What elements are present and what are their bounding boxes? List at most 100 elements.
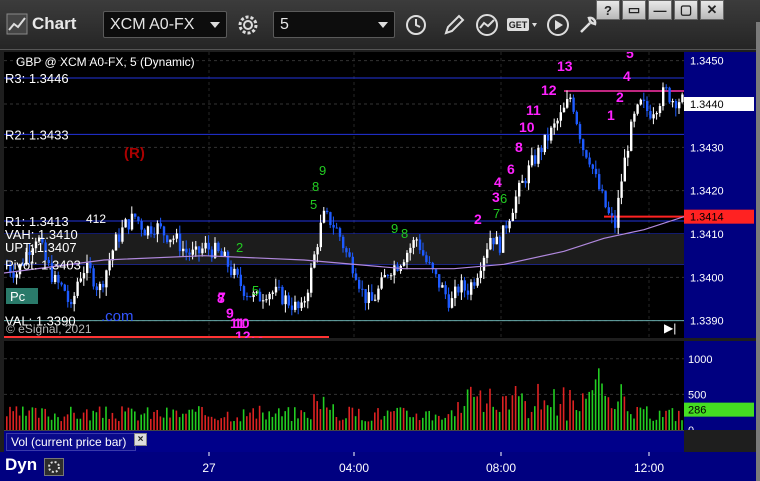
pencil-icon <box>443 14 464 35</box>
volume-bar <box>166 407 168 430</box>
candle-down <box>428 262 431 264</box>
minimize-button[interactable]: — <box>648 0 672 20</box>
volume-panel[interactable] <box>4 341 684 430</box>
volume-bar <box>25 415 27 430</box>
level-label: R3: 1.3446 <box>5 71 69 86</box>
volume-bar <box>12 411 14 430</box>
restore-layout-button[interactable]: ▭ <box>622 0 646 20</box>
candle-down <box>498 236 502 253</box>
volume-bar <box>98 406 101 430</box>
volume-bar <box>217 420 219 430</box>
app-title-label: Chart <box>32 14 77 33</box>
candle-down <box>348 252 351 257</box>
volume-bar <box>246 416 248 430</box>
dynamic-mode-label[interactable]: Dyn <box>5 455 37 475</box>
volume-bar <box>508 409 510 430</box>
chevron-down-icon[interactable] <box>210 22 220 28</box>
chevron-down-icon[interactable] <box>378 22 388 28</box>
time-tick-label: 08:00 <box>486 461 516 475</box>
candle-up <box>223 251 226 257</box>
count-label-magenta: 2 <box>474 211 482 227</box>
volume-bar <box>409 417 411 430</box>
candle-up <box>502 225 505 253</box>
candle-down <box>463 280 466 291</box>
candle-down <box>66 290 70 302</box>
volume-bar <box>214 418 216 430</box>
candle-down <box>134 213 137 217</box>
maximize-button[interactable]: ▢ <box>674 0 698 20</box>
time-axis: 27 04:00 08:00 12:00 <box>0 452 760 481</box>
candle-up <box>130 213 134 230</box>
volume-bar <box>18 415 21 430</box>
watermark: .com <box>101 308 134 325</box>
candle-down <box>457 286 460 293</box>
candle-up <box>562 107 566 113</box>
volume-bar <box>329 409 331 430</box>
help-button[interactable]: ? <box>596 0 620 20</box>
get-icon-label: GET <box>509 20 528 30</box>
candle-up <box>79 278 82 282</box>
candle-down <box>505 225 508 229</box>
candle-down <box>546 134 550 141</box>
volume-close-icon[interactable]: × <box>134 433 147 446</box>
volume-bar <box>390 411 392 430</box>
volume-bar <box>441 419 443 430</box>
price-chart[interactable]: GBP @ XCM A0-FX, 5 (Dynamic) R3: 1.3446 R2… <box>4 52 684 338</box>
price-panel[interactable]: GBP @ XCM A0-FX, 5 (Dynamic) R3: 1.3446 R2… <box>4 52 684 338</box>
volume-bar <box>498 411 501 430</box>
volume-bar <box>153 411 155 430</box>
volume-bar <box>124 411 126 430</box>
volume-bar <box>140 414 142 430</box>
volume-bar <box>383 416 386 430</box>
volume-bar <box>354 416 357 430</box>
volume-bar <box>63 416 66 430</box>
count-label-magenta: 13 <box>249 334 265 338</box>
chart-header: GBP @ XCM A0-FX, 5 (Dynamic) <box>16 55 195 69</box>
candle-down <box>335 227 338 229</box>
volume-bar <box>578 411 581 430</box>
volume-last-label: 286 <box>688 405 706 417</box>
candle-down <box>188 252 191 255</box>
candle-down <box>351 256 354 274</box>
candle-down <box>207 242 210 250</box>
volume-bar <box>185 413 187 430</box>
volume-bar <box>358 408 360 430</box>
volume-bar <box>252 408 254 430</box>
play-button[interactable] <box>544 11 571 38</box>
get-data-button[interactable]: GET <box>506 11 538 38</box>
price-axis[interactable]: 1.3450 1.3440 1.3430 1.3420 1.3410 1.3400 1.33… <box>684 52 756 338</box>
draw-tool-button[interactable] <box>440 11 467 38</box>
candle-up <box>617 197 620 228</box>
close-button[interactable]: ✕ <box>700 0 724 20</box>
volume-bar <box>274 413 277 430</box>
interval-input[interactable]: 5 <box>273 11 395 38</box>
volume-bar <box>537 383 539 430</box>
symbol-input[interactable]: XCM A0-FX <box>103 11 227 38</box>
candle-down <box>665 87 668 89</box>
volume-bar <box>550 407 552 430</box>
candle-down <box>217 242 220 252</box>
count-label-magenta: 10 <box>519 119 535 135</box>
candle-down <box>444 285 447 295</box>
dynamic-settings-icon[interactable] <box>44 458 64 476</box>
interval-clock-button[interactable] <box>402 11 429 38</box>
candle-up <box>636 104 639 114</box>
volume-study-label[interactable]: Vol (current price bar) <box>6 433 136 451</box>
candle-down <box>447 294 450 308</box>
candle-down <box>674 101 678 109</box>
symbol-settings-button[interactable] <box>234 11 261 38</box>
candle-up <box>377 288 380 300</box>
candle-up <box>86 262 89 274</box>
candle-up <box>450 298 454 308</box>
count-label-green: 5 <box>252 283 259 298</box>
volume-bar <box>313 394 315 430</box>
volume-bar <box>201 406 203 430</box>
study-button[interactable] <box>474 11 501 38</box>
count-label-magenta: 6 <box>507 161 515 177</box>
volume-bar <box>265 419 267 430</box>
volume-bar <box>86 409 88 430</box>
volume-bar <box>41 408 43 430</box>
volume-bar <box>194 411 197 430</box>
candle-up <box>623 157 626 182</box>
volume-bar <box>495 409 498 430</box>
